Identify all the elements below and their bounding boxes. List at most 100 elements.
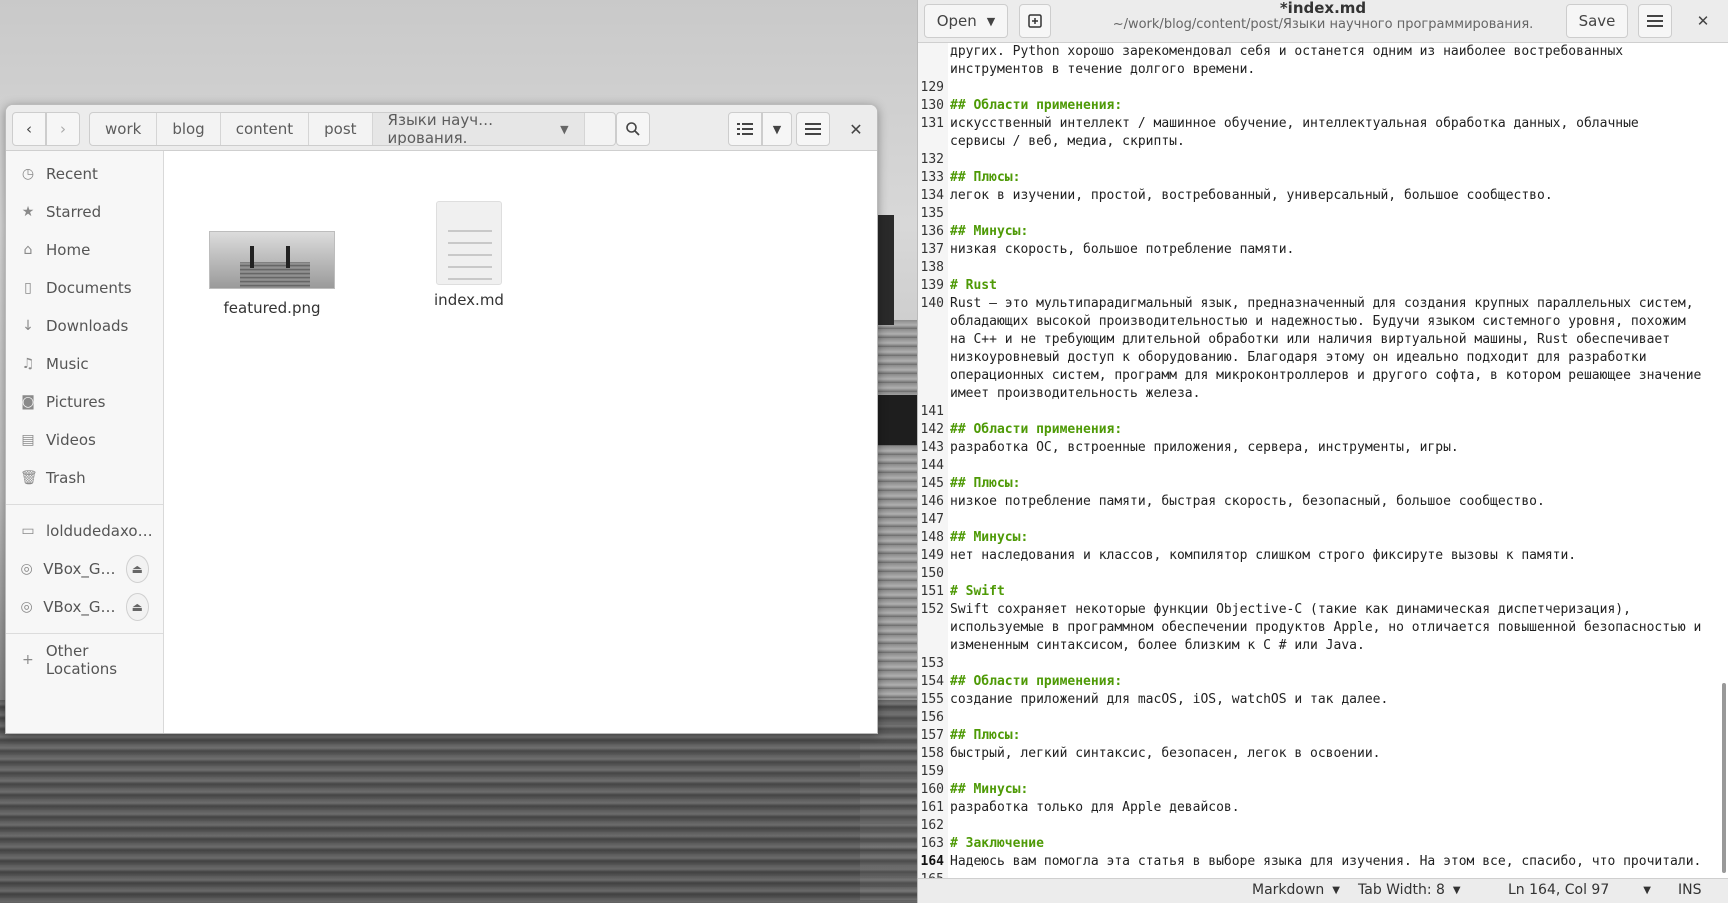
code-line[interactable]: 144 — [918, 457, 1728, 475]
code-line[interactable]: 143 разработка ОС, встроенные приложения,… — [918, 439, 1728, 457]
code-line[interactable]: 129 — [918, 79, 1728, 97]
code-line[interactable]: 155 создание приложений для macOS, iOS, w… — [918, 691, 1728, 709]
sidebar-item-home[interactable]: ⌂ Home — [6, 231, 163, 269]
code-line[interactable]: 161 разработка только для Apple девайсов. — [918, 799, 1728, 817]
code-line[interactable]: 163 # Заключение — [918, 835, 1728, 853]
code-line[interactable]: измененным синтаксисом, более близким к … — [918, 637, 1728, 655]
breadcrumb-item[interactable]: content — [221, 113, 310, 145]
close-button[interactable]: ✕ — [1688, 4, 1718, 38]
breadcrumb-item[interactable]: post — [309, 113, 373, 145]
code-line[interactable]: 156 — [918, 709, 1728, 727]
back-button[interactable]: ‹ — [12, 112, 46, 146]
code-line[interactable]: 137 низкая скорость, большое потребление … — [918, 241, 1728, 259]
code-line[interactable]: инструментов в течение долгого времени. — [918, 61, 1728, 79]
code-line[interactable]: 158 быстрый, легкий синтаксис, безопасен,… — [918, 745, 1728, 763]
line-number — [918, 331, 948, 349]
sidebar-item-trash[interactable]: 🗑 Trash — [6, 459, 163, 497]
menu-button[interactable] — [1638, 4, 1672, 38]
close-button[interactable]: ✕ — [842, 112, 870, 146]
breadcrumb-current[interactable]: Языки науч… ирования. ▼ — [372, 113, 585, 145]
file-item-index[interactable]: index.md — [399, 201, 539, 309]
sidebar-item-downloads[interactable]: ↓ Downloads — [6, 307, 163, 345]
code-line[interactable]: 150 — [918, 565, 1728, 583]
code-line[interactable]: 153 — [918, 655, 1728, 673]
code-line[interactable]: обладающих высокой производительностью и… — [918, 313, 1728, 331]
code-line[interactable]: низкоуровневый доступ к оборудованию. Бл… — [918, 349, 1728, 367]
code-line[interactable]: 148 ## Минусы: — [918, 529, 1728, 547]
sidebar-item-documents[interactable]: ▯ Documents — [6, 269, 163, 307]
sidebar-item-music[interactable]: ♫ Music — [6, 345, 163, 383]
line-number: 129 — [918, 79, 948, 97]
file-item-featured[interactable]: featured.png — [202, 231, 342, 317]
line-text: операционных систем, программ для микрок… — [950, 368, 1702, 383]
code-line[interactable]: на C++ и не требующим длительной обработ… — [918, 331, 1728, 349]
scrollbar[interactable] — [1722, 683, 1726, 873]
line-text — [948, 259, 950, 277]
sidebar-item-other-locations[interactable]: + Other Locations — [6, 641, 163, 679]
code-line[interactable]: 160 ## Минусы: — [918, 781, 1728, 799]
code-line[interactable]: других. Python хорошо зарекомендовал себ… — [918, 43, 1728, 61]
code-line[interactable]: 157 ## Плюсы: — [918, 727, 1728, 745]
places-sidebar: ◷ Recent ★ Starred ⌂ Home ▯ Documents ↓ Downl… — [6, 151, 164, 733]
sidebar-item-starred[interactable]: ★ Starred — [6, 193, 163, 231]
search-button[interactable] — [616, 112, 650, 146]
code-line[interactable]: 147 — [918, 511, 1728, 529]
code-line[interactable]: 136 ## Минусы: — [918, 223, 1728, 241]
sidebar-item-pictures[interactable]: ◙ Pictures — [6, 383, 163, 421]
code-line[interactable]: 140 Rust — это мультипарадигмальный язык,… — [918, 295, 1728, 313]
code-line[interactable]: 130 ## Области применения: — [918, 97, 1728, 115]
line-number — [918, 367, 948, 385]
sidebar-item-recent[interactable]: ◷ Recent — [6, 155, 163, 193]
tab-width-selector[interactable]: Tab Width: 8 ▼ — [1358, 882, 1461, 898]
line-number: 135 — [918, 205, 948, 223]
code-line[interactable]: 159 — [918, 763, 1728, 781]
plus-icon: + — [22, 652, 34, 668]
line-number: 150 — [918, 565, 948, 583]
code-line[interactable]: 151 # Swift — [918, 583, 1728, 601]
list-view-button[interactable] — [728, 112, 762, 146]
code-line[interactable]: операционных систем, программ для микрок… — [918, 367, 1728, 385]
menu-button[interactable] — [796, 112, 830, 146]
code-line[interactable]: сервисы / веб, медиа, скрипты. — [918, 133, 1728, 151]
code-line[interactable]: используемые в программном обеспечении п… — [918, 619, 1728, 637]
markdown-heading: ## Минусы: — [950, 224, 1029, 239]
cursor-position[interactable]: Ln 164, Col 97 ▼ — [1508, 882, 1651, 898]
markdown-heading: # Swift — [950, 584, 1005, 599]
code-line[interactable]: 134 легок в изучении, простой, востребова… — [918, 187, 1728, 205]
code-line[interactable]: 142 ## Области применения: — [918, 421, 1728, 439]
star-icon: ★ — [21, 204, 35, 220]
code-line[interactable]: 139 # Rust — [918, 277, 1728, 295]
language-selector[interactable]: Markdown ▼ — [1252, 882, 1340, 898]
code-line[interactable]: 149 нет наследования и классов, компилято… — [918, 547, 1728, 565]
breadcrumb-item[interactable]: blog — [157, 113, 221, 145]
code-line[interactable]: 133 ## Плюсы: — [918, 169, 1728, 187]
code-line[interactable]: 145 ## Плюсы: — [918, 475, 1728, 493]
code-line[interactable]: 162 — [918, 817, 1728, 835]
sidebar-item-vbox-1[interactable]: ◎ VBox_G… ⏏ — [6, 550, 163, 588]
code-line[interactable]: 146 низкое потребление памяти, быстрая ск… — [918, 493, 1728, 511]
sidebar-item-videos[interactable]: ▤ Videos — [6, 421, 163, 459]
line-text: на C++ и не требующим длительной обработ… — [950, 332, 1671, 347]
eject-button[interactable]: ⏏ — [125, 555, 149, 583]
code-line[interactable]: 132 — [918, 151, 1728, 169]
code-line[interactable]: 165 — [918, 871, 1728, 878]
sidebar-item-network-share[interactable]: ▭ loldudedaxo… — [6, 512, 163, 550]
line-text: быстрый, легкий синтаксис, безопасен, ле… — [950, 746, 1381, 761]
markdown-heading: ## Плюсы: — [950, 476, 1021, 491]
code-line[interactable]: имеет производительность железа. — [918, 385, 1728, 403]
forward-button[interactable]: › — [46, 112, 80, 146]
text-view[interactable]: других. Python хорошо зарекомендовал себ… — [918, 43, 1728, 878]
breadcrumb-item[interactable]: work — [90, 113, 158, 145]
code-line[interactable]: 152 Swift сохраняет некоторые функции Obj… — [918, 601, 1728, 619]
view-options-button[interactable]: ▼ — [762, 112, 792, 146]
code-line[interactable]: 131 искусственный интеллект / машинное об… — [918, 115, 1728, 133]
code-line[interactable]: 135 — [918, 205, 1728, 223]
code-line[interactable]: 154 ## Области применения: — [918, 673, 1728, 691]
code-line[interactable]: 141 — [918, 403, 1728, 421]
eject-button[interactable]: ⏏ — [125, 593, 149, 621]
save-button[interactable]: Save — [1566, 4, 1628, 38]
code-line[interactable]: 164 Надеюсь вам помогла эта статья в выбо… — [918, 853, 1728, 871]
sidebar-item-vbox-2[interactable]: ◎ VBox_G… ⏏ — [6, 588, 163, 626]
breadcrumb-tail[interactable] — [585, 113, 615, 145]
code-line[interactable]: 138 — [918, 259, 1728, 277]
